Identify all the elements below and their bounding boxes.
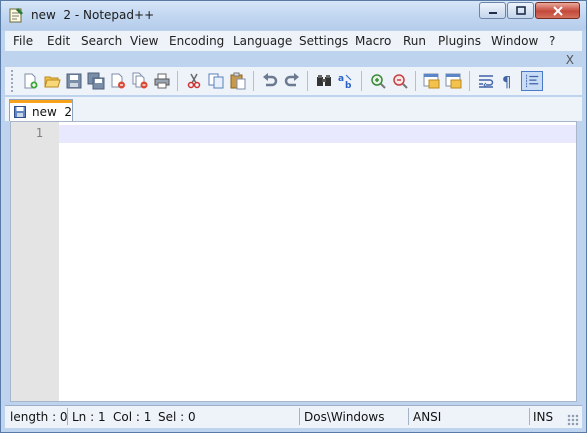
tab-label: new 2 bbox=[32, 105, 73, 119]
menu-settings[interactable]: Settings bbox=[299, 34, 348, 48]
maximize-button[interactable] bbox=[507, 2, 534, 19]
window-controls bbox=[478, 2, 580, 19]
svg-text:b: b bbox=[345, 81, 352, 90]
svg-text:¶: ¶ bbox=[502, 73, 512, 90]
redo-icon[interactable] bbox=[283, 72, 301, 90]
sync-horizontal-icon[interactable] bbox=[445, 72, 463, 90]
save-all-icon[interactable] bbox=[87, 72, 105, 90]
copy-icon[interactable] bbox=[207, 72, 225, 90]
maximize-icon bbox=[515, 6, 526, 15]
toolbar-separator bbox=[177, 71, 178, 91]
status-line: Ln : 1 bbox=[72, 410, 106, 424]
status-encoding: ANSI bbox=[413, 410, 442, 424]
replace-icon[interactable]: ab bbox=[337, 72, 355, 90]
svg-text:a: a bbox=[338, 74, 344, 84]
status-selection: Sel : 0 bbox=[158, 410, 196, 424]
save-icon[interactable] bbox=[65, 72, 83, 90]
zoom-in-icon[interactable] bbox=[369, 72, 387, 90]
status-separator bbox=[67, 408, 68, 425]
line-number: 1 bbox=[35, 126, 43, 140]
status-separator bbox=[299, 408, 300, 425]
current-line-highlight[interactable] bbox=[59, 125, 576, 143]
line-number-gutter: 1 bbox=[11, 122, 59, 401]
window-title: new 2 - Notepad++ bbox=[31, 8, 155, 22]
status-bar: length : 0 Ln : 1 Col : 1 Sel : 0 Dos\Wi… bbox=[5, 405, 582, 428]
toolbar-grip[interactable] bbox=[11, 70, 13, 92]
paste-icon[interactable] bbox=[229, 72, 247, 90]
status-separator bbox=[408, 408, 409, 425]
toolbar-separator bbox=[253, 71, 254, 91]
menu-edit[interactable]: Edit bbox=[47, 34, 70, 48]
menu-run[interactable]: Run bbox=[403, 34, 426, 48]
tab-new-2[interactable]: new 2 bbox=[9, 99, 73, 121]
active-tab-indicator bbox=[10, 100, 72, 103]
toolbar-separator bbox=[361, 71, 362, 91]
menu-help[interactable]: ? bbox=[549, 34, 555, 48]
status-length: length : 0 bbox=[10, 410, 68, 424]
close-all-icon[interactable] bbox=[131, 72, 149, 90]
menu-encoding[interactable]: Encoding bbox=[169, 34, 224, 48]
status-separator bbox=[529, 408, 530, 425]
close-button[interactable] bbox=[535, 2, 580, 19]
menu-search[interactable]: Search bbox=[81, 34, 122, 48]
find-icon[interactable] bbox=[315, 72, 333, 90]
resize-grip[interactable] bbox=[567, 414, 579, 426]
toolbar: ab ¶ bbox=[5, 67, 582, 95]
menu-window[interactable]: Window bbox=[491, 34, 538, 48]
undo-icon[interactable] bbox=[261, 72, 279, 90]
notepad-plus-plus-window: new 2 - Notepad++ File Edit Search View … bbox=[0, 0, 587, 433]
menu-file[interactable]: File bbox=[13, 34, 33, 48]
title-bar[interactable]: new 2 - Notepad++ bbox=[1, 1, 586, 30]
status-column: Col : 1 bbox=[113, 410, 152, 424]
close-icon[interactable] bbox=[109, 72, 127, 90]
minimize-button[interactable] bbox=[479, 2, 506, 19]
menu-macro[interactable]: Macro bbox=[355, 34, 391, 48]
show-all-chars-icon[interactable]: ¶ bbox=[499, 72, 517, 90]
cut-icon[interactable] bbox=[185, 72, 203, 90]
new-file-icon[interactable] bbox=[21, 72, 39, 90]
minimize-icon bbox=[488, 11, 497, 14]
toolbar-separator bbox=[307, 71, 308, 91]
close-document-button[interactable]: X bbox=[566, 53, 574, 67]
toolbar-separator bbox=[415, 71, 416, 91]
editor-area[interactable]: 1 bbox=[10, 121, 577, 402]
menu-language[interactable]: Language bbox=[233, 34, 292, 48]
indent-guide-icon[interactable] bbox=[521, 71, 543, 91]
status-insert-mode: INS bbox=[533, 410, 554, 424]
close-icon bbox=[552, 5, 563, 16]
sync-vertical-icon[interactable] bbox=[423, 72, 441, 90]
status-eol: Dos\Windows bbox=[304, 410, 385, 424]
document-tab-bar: new 2 bbox=[5, 97, 582, 121]
print-icon[interactable] bbox=[153, 72, 171, 90]
zoom-out-icon[interactable] bbox=[391, 72, 409, 90]
menu-view[interactable]: View bbox=[130, 34, 158, 48]
menu-bar: File Edit Search View Encoding Language … bbox=[5, 31, 582, 67]
saved-doc-icon bbox=[14, 106, 26, 118]
word-wrap-icon[interactable] bbox=[477, 72, 495, 90]
toolbar-separator bbox=[469, 71, 470, 91]
open-file-icon[interactable] bbox=[43, 72, 61, 90]
notepad-app-icon bbox=[9, 8, 23, 23]
menu-plugins[interactable]: Plugins bbox=[438, 34, 481, 48]
